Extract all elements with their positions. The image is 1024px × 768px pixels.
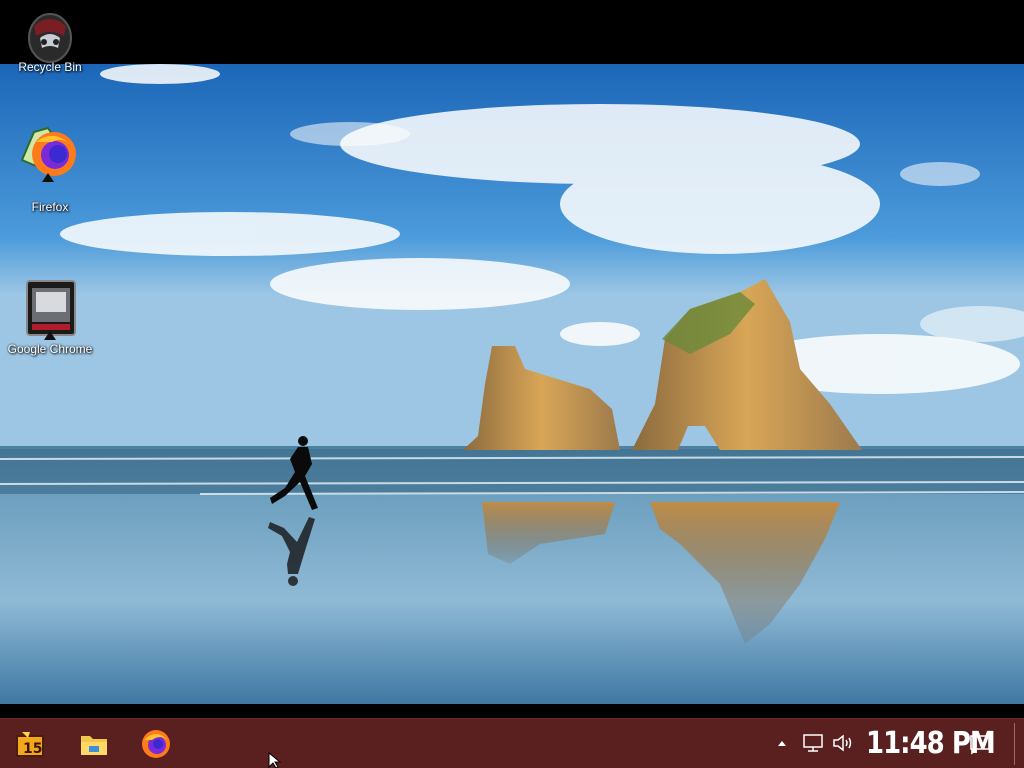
show-hidden-icons-button[interactable] bbox=[776, 737, 788, 749]
start-button[interactable]: 15 bbox=[14, 728, 46, 760]
volume-button[interactable] bbox=[832, 733, 854, 753]
desktop-icon-label: Google Chrome bbox=[7, 342, 93, 356]
svg-text:15: 15 bbox=[23, 741, 42, 757]
desktop-wallpaper bbox=[0, 64, 1024, 704]
chrome-icon bbox=[26, 280, 76, 340]
mouse-cursor-icon bbox=[268, 751, 284, 768]
desktop-icon-google-chrome[interactable]: Google Chrome bbox=[2, 280, 98, 356]
firefox-taskbar-button[interactable] bbox=[140, 728, 172, 760]
firefox-icon bbox=[142, 730, 170, 758]
chevron-up-icon bbox=[778, 741, 786, 746]
network-icon bbox=[803, 734, 823, 752]
volume-icon bbox=[833, 734, 852, 752]
taskbar: 15 11:48 PM bbox=[0, 718, 1024, 768]
file-explorer-icon bbox=[81, 736, 107, 755]
taskbar-clock[interactable]: 11:48 PM bbox=[866, 727, 996, 762]
show-desktop-button[interactable] bbox=[1014, 723, 1019, 765]
shortcut-arrow-icon bbox=[42, 173, 54, 182]
desktop-screen: Recycle Bin Firefox Google Chrome 15 11:… bbox=[0, 0, 1024, 768]
desktop-icon-recycle-bin[interactable]: Recycle Bin bbox=[2, 8, 98, 74]
recycle-bin-icon bbox=[26, 8, 74, 63]
firefox-icon bbox=[20, 122, 76, 182]
file-explorer-button[interactable] bbox=[78, 728, 110, 760]
start-icon: 15 bbox=[16, 732, 44, 757]
desktop-icon-label: Firefox bbox=[31, 200, 69, 214]
network-button[interactable] bbox=[802, 733, 824, 753]
shortcut-arrow-icon bbox=[44, 331, 56, 340]
desktop-icon-firefox[interactable]: Firefox bbox=[2, 122, 98, 214]
